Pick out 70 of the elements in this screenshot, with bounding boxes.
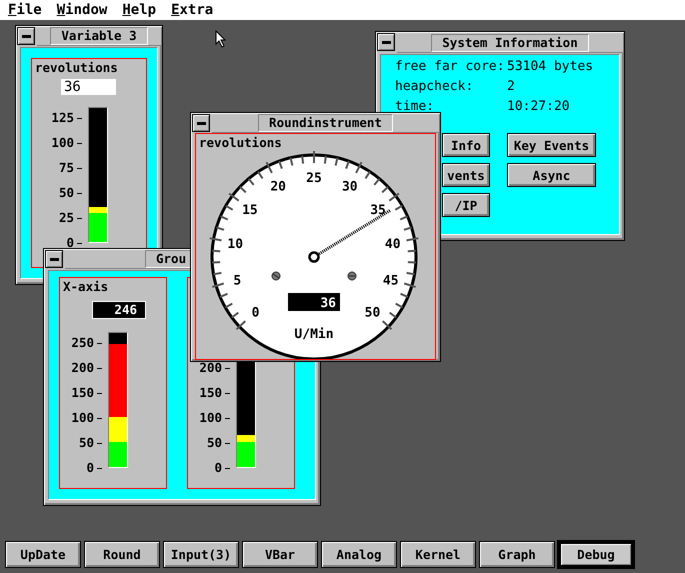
dial-label: 10 bbox=[227, 236, 244, 252]
panel-label: revolutions bbox=[34, 59, 119, 76]
info-value: 53104 bytes bbox=[507, 60, 594, 74]
needle-hub bbox=[308, 251, 320, 263]
window-title: Roundinstrument bbox=[258, 114, 393, 132]
minimize-button[interactable] bbox=[17, 27, 35, 45]
taskbar-button[interactable]: Analog bbox=[321, 541, 397, 568]
dial-label: 0 bbox=[252, 306, 260, 321]
taskbar-button[interactable]: Round bbox=[84, 541, 160, 568]
scale-label: 0 bbox=[214, 462, 230, 474]
scale-label: 150 bbox=[199, 387, 230, 399]
scale-label: 100 bbox=[199, 412, 230, 424]
scale-label: 75 bbox=[58, 162, 82, 174]
taskbar-button[interactable]: Kernel bbox=[400, 541, 476, 568]
system-button[interactable]: Info bbox=[442, 133, 490, 157]
scale-label: 0 bbox=[86, 462, 102, 474]
dial-label: 15 bbox=[242, 203, 258, 218]
scale-label: 200 bbox=[199, 362, 230, 374]
dial-label: 35 bbox=[370, 203, 386, 218]
system-button[interactable]: Async bbox=[507, 163, 596, 187]
scale-label: 0 bbox=[66, 237, 82, 249]
value-display: 246 bbox=[92, 301, 146, 319]
taskbar-button[interactable]: Graph bbox=[479, 541, 555, 568]
scale-label: 250 bbox=[71, 337, 102, 349]
scale-label: 50 bbox=[78, 437, 102, 449]
menu-item[interactable]: Window bbox=[56, 2, 108, 18]
dial-label: 40 bbox=[384, 236, 401, 252]
window-title: Variable 3 bbox=[50, 27, 148, 45]
dial-label: 45 bbox=[382, 274, 399, 289]
menu-item[interactable]: File bbox=[8, 2, 42, 18]
info-label: time: bbox=[395, 100, 436, 114]
menu-item[interactable]: Extra bbox=[171, 2, 214, 18]
system-button[interactable]: /IP bbox=[442, 193, 490, 217]
value-field[interactable]: 36 bbox=[61, 79, 116, 95]
minimize-button[interactable] bbox=[192, 114, 210, 132]
dial-label: 5 bbox=[233, 274, 242, 289]
scale-label: 100 bbox=[51, 137, 82, 149]
scale-label: 50 bbox=[58, 187, 82, 199]
screw-icon bbox=[348, 272, 356, 280]
system-button[interactable]: vents bbox=[442, 163, 490, 187]
dial-label: 20 bbox=[270, 179, 286, 194]
screw-icon bbox=[272, 272, 280, 280]
scale-label: 125 bbox=[51, 112, 82, 124]
dial-label: 30 bbox=[342, 179, 358, 194]
info-value: 10:27:20 bbox=[507, 100, 571, 114]
readout-value: 36 bbox=[320, 296, 336, 311]
taskbar-button[interactable]: UpDate bbox=[5, 541, 81, 568]
minimize-button[interactable] bbox=[377, 33, 395, 51]
info-label: heapcheck: bbox=[395, 80, 474, 94]
dial-label: 25 bbox=[306, 171, 322, 186]
scale-label: 25 bbox=[58, 212, 82, 224]
panel-label: X-axis bbox=[62, 278, 110, 295]
unit-label: U/Min bbox=[294, 327, 334, 342]
info-label: free far core: bbox=[395, 60, 506, 74]
taskbar-button[interactable]: Input(3) bbox=[163, 541, 239, 568]
cursor-icon bbox=[215, 30, 227, 48]
taskbar-button[interactable]: Debug bbox=[558, 541, 634, 568]
taskbar-button[interactable]: VBar bbox=[242, 541, 318, 568]
info-value: 2 bbox=[507, 80, 516, 94]
readout-background bbox=[288, 293, 340, 311]
scale-label: 50 bbox=[206, 437, 230, 449]
panel-label: revolutions bbox=[198, 134, 283, 151]
scale-label: 150 bbox=[71, 387, 102, 399]
minimize-button[interactable] bbox=[45, 250, 63, 268]
menu-item[interactable]: Help bbox=[122, 2, 156, 18]
scale-label: 200 bbox=[71, 362, 102, 374]
window-title: System Information bbox=[431, 34, 589, 52]
dial-label: 50 bbox=[364, 306, 380, 321]
scale-label: 100 bbox=[71, 412, 102, 424]
system-button[interactable]: Key Events bbox=[507, 133, 596, 157]
